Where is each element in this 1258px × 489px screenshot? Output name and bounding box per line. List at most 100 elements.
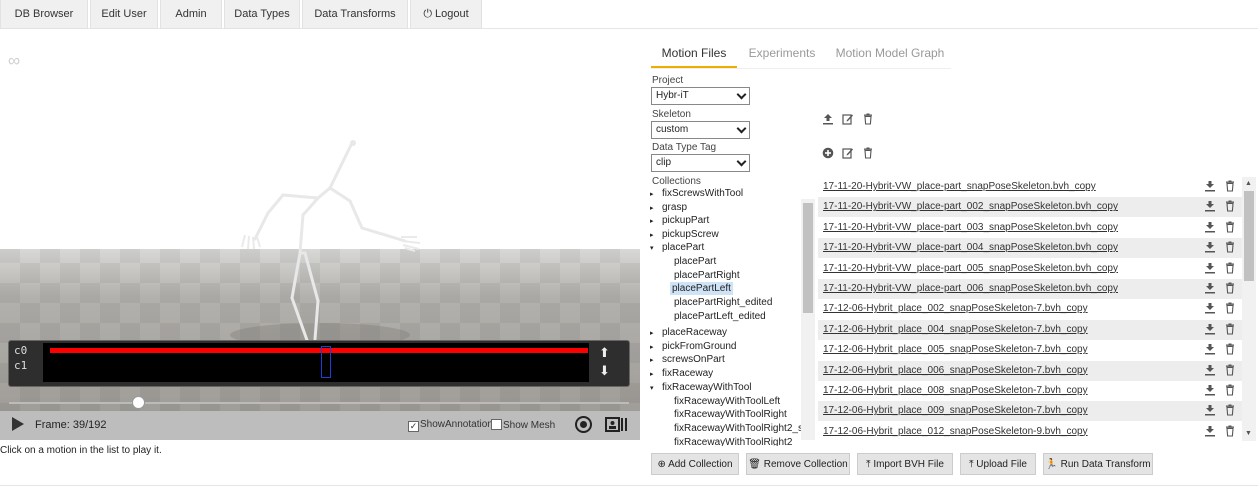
file-link[interactable]: 17-11-20-Hybrit-VW_place-part_003_snapPo… — [823, 222, 1118, 233]
scrollbar-thumb[interactable] — [1244, 191, 1254, 281]
trash-icon[interactable] — [1224, 404, 1236, 419]
tree-node[interactable]: ▸ fixScrewsWithTool — [650, 187, 743, 200]
trash-icon[interactable] — [1224, 425, 1236, 440]
file-link[interactable]: 17-11-20-Hybrit-VW_place-part_005_snapPo… — [823, 263, 1118, 274]
caret-down-icon[interactable]: ▾ — [650, 242, 662, 255]
caret-down-icon[interactable]: ▾ — [650, 382, 662, 395]
file-row[interactable]: 17-12-06-Hybrit_place_002_snapPoseSkelet… — [818, 299, 1242, 319]
scroll-up-icon[interactable]: ▲ — [1245, 180, 1252, 187]
tree-node[interactable]: ▸ pickupPart — [650, 214, 709, 227]
file-link[interactable]: 17-11-20-Hybrit-VW_place-part_snapPoseSk… — [823, 181, 1096, 192]
trash-icon[interactable] — [1224, 221, 1236, 236]
download-icon[interactable] — [1204, 404, 1216, 419]
file-row[interactable]: 17-12-06-Hybrit_place_009_snapPoseSkelet… — [818, 401, 1242, 422]
data-type-tag-select[interactable]: clip — [651, 154, 750, 172]
tree-node[interactable]: fixRacewayWithToolRight — [674, 408, 787, 421]
tab-motion-model-graph[interactable]: Motion Model Graph — [828, 40, 952, 69]
download-icon[interactable] — [1204, 384, 1216, 399]
file-link[interactable]: 17-11-20-Hybrit-VW_place-part_004_snapPo… — [823, 242, 1118, 253]
trash-icon[interactable] — [1224, 364, 1236, 379]
remove-collection-button[interactable]: 🗑 Remove Collection — [746, 453, 850, 475]
annotation-cursor[interactable] — [321, 346, 331, 378]
file-link[interactable]: 17-12-06-Hybrit_place_008_snapPoseSkelet… — [823, 385, 1088, 396]
trash-icon[interactable] — [1224, 200, 1236, 215]
trash-icon[interactable] — [1224, 282, 1236, 297]
nav-admin[interactable]: Admin — [160, 0, 222, 29]
tab-experiments[interactable]: Experiments — [738, 40, 826, 69]
nav-db-browser[interactable]: DB Browser — [0, 0, 88, 29]
tree-node-selected[interactable]: placePartLeft — [670, 282, 733, 295]
tree-node[interactable]: fixRacewayWithToolRight2 — [674, 436, 792, 446]
arrow-down-icon[interactable]: ⬇ — [599, 363, 610, 379]
file-link[interactable]: 17-12-06-Hybrit_place_004_snapPoseSkelet… — [823, 324, 1088, 335]
tree-node[interactable]: placePart — [674, 255, 716, 268]
play-icon[interactable] — [12, 417, 24, 431]
skeleton-select[interactable]: custom — [651, 121, 750, 139]
caret-right-icon[interactable]: ▸ — [650, 215, 662, 228]
scroll-down-icon[interactable]: ▼ — [1245, 430, 1252, 437]
file-row[interactable]: 17-12-06-Hybrit_place_008_snapPoseSkelet… — [818, 381, 1242, 401]
nav-data-transforms[interactable]: Data Transforms — [302, 0, 408, 29]
trash-icon[interactable] — [1224, 302, 1236, 317]
file-link[interactable]: 17-11-20-Hybrit-VW_place-part_002_snapPo… — [823, 201, 1118, 212]
download-icon[interactable] — [1204, 425, 1216, 440]
download-icon[interactable] — [1204, 180, 1216, 195]
frame-slider-track[interactable] — [9, 402, 629, 404]
annotation-editor[interactable]: c0 c1 ⬆ ⬇ — [8, 340, 630, 387]
tree-node[interactable]: placePartRight_edited — [674, 296, 772, 309]
edit-icon[interactable] — [842, 147, 854, 159]
arrow-up-icon[interactable]: ⬆ — [599, 345, 610, 361]
record-icon[interactable] — [575, 416, 592, 433]
checkbox-checked-icon[interactable]: ✓ — [408, 421, 419, 432]
file-row[interactable]: 17-12-06-Hybrit_place_004_snapPoseSkelet… — [818, 319, 1242, 340]
trash-icon[interactable] — [1224, 241, 1236, 256]
trash-icon[interactable] — [862, 113, 874, 125]
motion-viewer[interactable]: ∞ c0 c1 ⬆ ⬇ Frame: 39/192 ✓ ShowAnnotatio… — [0, 43, 640, 440]
file-link[interactable]: 17-12-06-Hybrit_place_005_snapPoseSkelet… — [823, 344, 1088, 355]
add-collection-button[interactable]: ⊕ Add Collection — [651, 453, 739, 475]
nav-edit-user[interactable]: Edit User — [90, 0, 158, 29]
caret-right-icon[interactable]: ▸ — [650, 354, 662, 367]
tree-node[interactable]: ▸ pickupScrew — [650, 228, 719, 241]
panel-toggle-icon[interactable] — [605, 417, 627, 432]
download-icon[interactable] — [1204, 241, 1216, 256]
download-icon[interactable] — [1204, 302, 1216, 317]
file-row[interactable]: 17-11-20-Hybrit-VW_place-part_005_snapPo… — [818, 259, 1242, 279]
trash-icon[interactable] — [862, 147, 874, 159]
upload-file-button[interactable]: ⤒ Upload File — [960, 453, 1036, 475]
annotation-track[interactable] — [43, 343, 589, 382]
file-link[interactable]: 17-12-06-Hybrit_place_012_snapPoseSkelet… — [823, 426, 1088, 437]
file-link[interactable]: 17-12-06-Hybrit_place_002_snapPoseSkelet… — [823, 303, 1088, 314]
tree-node[interactable]: ▸ placeRaceway — [650, 326, 727, 339]
file-link[interactable]: 17-11-20-Hybrit-VW_place-part_006_snapPo… — [823, 283, 1118, 294]
download-icon[interactable] — [1204, 221, 1216, 236]
file-row[interactable]: 17-11-20-Hybrit-VW_place-part_003_snapPo… — [818, 218, 1242, 238]
trash-icon[interactable] — [1224, 180, 1236, 195]
collections-scrollbar[interactable] — [801, 199, 815, 440]
nav-data-types[interactable]: Data Types — [224, 0, 300, 29]
file-row[interactable]: 17-12-06-Hybrit_place_006_snapPoseSkelet… — [818, 360, 1242, 381]
trash-icon[interactable] — [1224, 343, 1236, 358]
run-data-transform-button[interactable]: 🏃 Run Data Transform — [1043, 453, 1153, 475]
tab-motion-files[interactable]: Motion Files — [651, 40, 737, 69]
trash-icon[interactable] — [1224, 323, 1236, 338]
scrollbar-thumb[interactable] — [803, 203, 813, 313]
download-icon[interactable] — [1204, 282, 1216, 297]
tree-node[interactable]: ▸ fixRaceway — [650, 367, 713, 380]
download-icon[interactable] — [1204, 323, 1216, 338]
checkbox-unchecked-icon[interactable] — [491, 419, 502, 430]
annotation-segment-c0[interactable] — [50, 348, 588, 353]
tree-node[interactable]: ▸ screwsOnPart — [650, 353, 725, 366]
file-link[interactable]: 17-12-06-Hybrit_place_009_snapPoseSkelet… — [823, 405, 1088, 416]
trash-icon[interactable] — [1224, 262, 1236, 277]
file-row[interactable]: 17-11-20-Hybrit-VW_place-part_006_snapPo… — [818, 279, 1242, 299]
tree-node[interactable]: ▸ pickFromGround — [650, 340, 736, 353]
project-select[interactable]: Hybr-iT — [651, 87, 750, 105]
download-icon[interactable] — [1204, 262, 1216, 277]
tree-node[interactable]: fixRacewayWithToolRight2_s — [674, 422, 803, 435]
tree-node[interactable]: placePartLeft_edited — [674, 310, 766, 323]
trash-icon[interactable] — [1224, 384, 1236, 399]
file-row[interactable]: 17-12-06-Hybrit_place_005_snapPoseSkelet… — [818, 340, 1242, 360]
upload-icon[interactable] — [822, 113, 834, 125]
tree-node[interactable]: fixRacewayWithToolLeft — [674, 395, 780, 408]
